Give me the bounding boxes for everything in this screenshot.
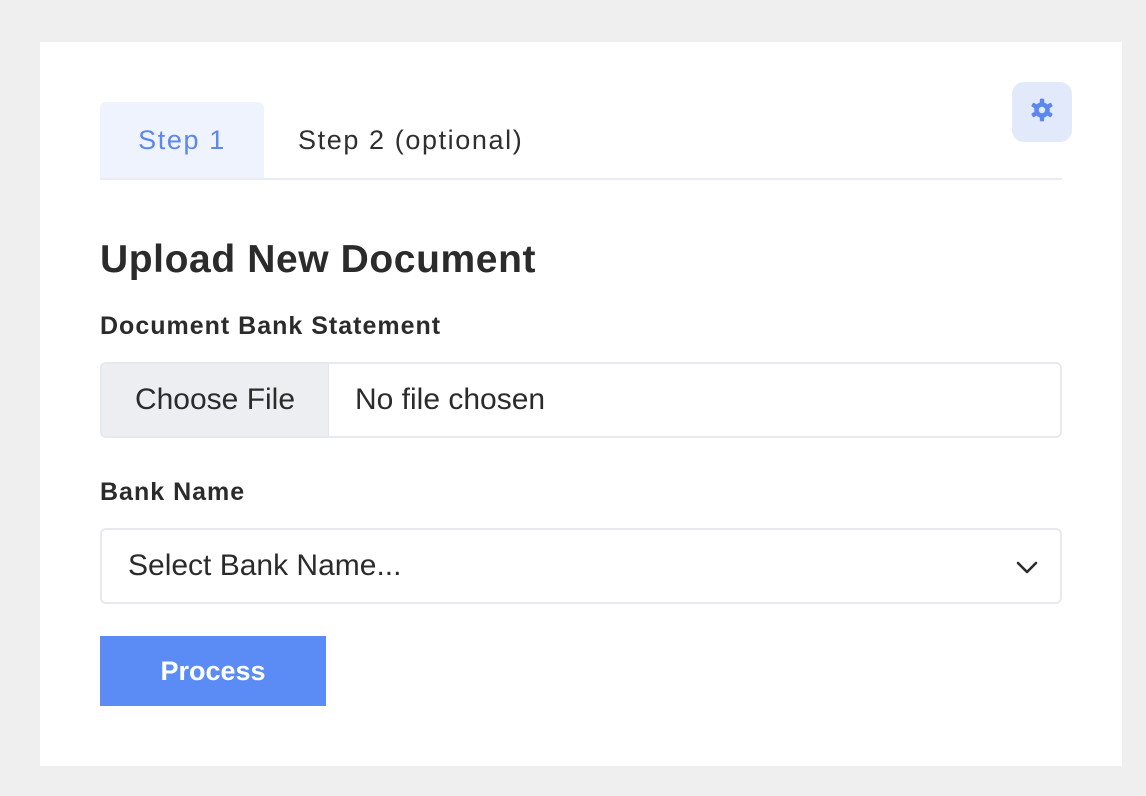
tab-step-2[interactable]: Step 2 (optional) — [264, 102, 523, 178]
upload-card: Step 1 Step 2 (optional) Upload New Docu… — [40, 42, 1122, 766]
bank-name-select[interactable]: Select Bank Name... — [100, 528, 1062, 604]
file-input[interactable]: Choose File No file chosen — [100, 362, 1062, 438]
bank-name-label: Bank Name — [100, 478, 246, 506]
page-title: Upload New Document — [100, 238, 537, 281]
chevron-down-icon — [1016, 549, 1038, 583]
process-button[interactable]: Process — [100, 636, 326, 706]
tab-step-1[interactable]: Step 1 — [100, 102, 264, 178]
step-tabs: Step 1 Step 2 (optional) — [100, 102, 1062, 180]
file-status: No file chosen — [355, 383, 546, 416]
document-label: Document Bank Statement — [100, 312, 442, 340]
bank-name-select-value: Select Bank Name... — [128, 549, 402, 582]
choose-file-button[interactable]: Choose File — [102, 364, 329, 436]
